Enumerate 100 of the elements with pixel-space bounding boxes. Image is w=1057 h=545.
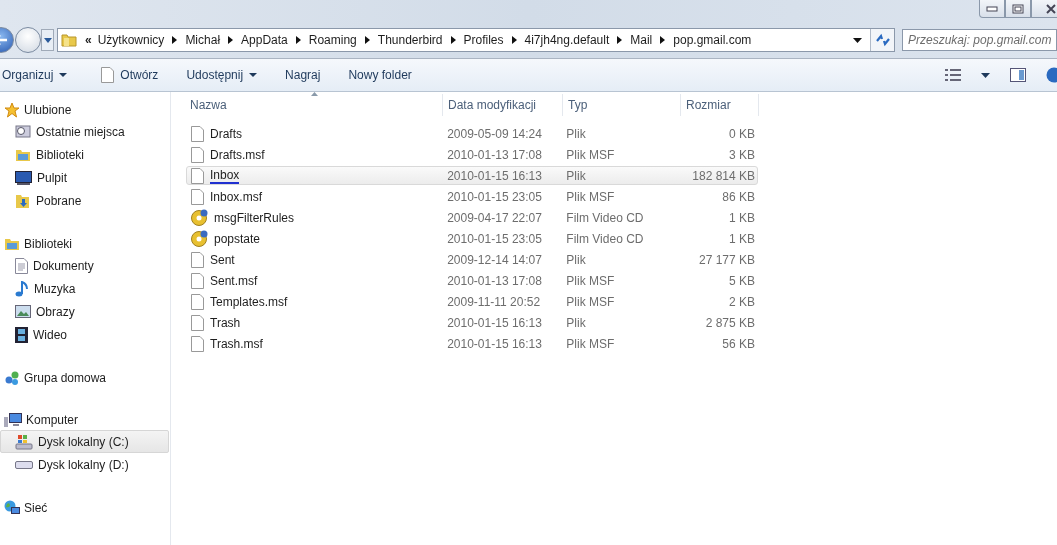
type-cell-text: Film Video CD <box>565 231 645 246</box>
file-icon <box>191 272 204 289</box>
file-name: Trash.msf <box>210 336 263 351</box>
size-cell-text: 27 177 KB <box>697 252 756 267</box>
date-cell-text: 2010-01-15 23:05 <box>446 231 543 246</box>
date-cell-text: 2009-11-11 20:52 <box>446 294 542 309</box>
file-icon <box>191 146 204 163</box>
nav-section[interactable]: Grupa domowa <box>0 367 170 388</box>
file-icon <box>191 167 204 184</box>
breadcrumb[interactable]: Profiles <box>463 33 504 47</box>
file-row[interactable]: Sent 2009-12-14 14:07 Plik 27 177 KB <box>186 250 758 269</box>
file-name: Sent <box>210 252 235 267</box>
file-row[interactable]: Drafts 2009-05-09 14:24 Plik 0 KB <box>186 124 758 143</box>
preview-pane-button[interactable] <box>1007 65 1029 85</box>
toolbar-button[interactable]: Organizuj <box>0 64 72 86</box>
breadcrumb[interactable]: Roaming <box>308 33 357 47</box>
nav-item[interactable]: Biblioteki <box>0 143 169 166</box>
breadcrumb[interactable]: 4i7jh4ng.default <box>524 33 610 47</box>
file-icon <box>191 314 204 331</box>
file-name: Drafts.msf <box>210 147 265 162</box>
date-cell-text: 2010-01-15 16:13 <box>446 315 543 330</box>
separator-arrow-icon <box>450 36 456 44</box>
file-row[interactable]: Templates.msf 2009-11-11 20:52 Plik MSF 2 KB <box>186 292 758 311</box>
file-row[interactable]: Trash.msf 2010-01-15 16:13 Plik MSF 56 KB <box>186 334 758 353</box>
preview-pane-icon <box>1010 68 1026 82</box>
breadcrumb[interactable]: Michał <box>185 33 221 47</box>
caret-icon <box>59 73 68 77</box>
globe-icon <box>4 499 20 516</box>
date-cell-text: 2009-12-14 14:07 <box>446 252 543 267</box>
sort-arrow-icon <box>311 92 318 96</box>
column-header[interactable]: Data modyfikacji <box>443 94 563 116</box>
file-row[interactable]: popstate 2010-01-15 23:05 Film Video CD 1 KB <box>186 229 758 248</box>
type-cell-text: Plik MSF <box>565 273 616 288</box>
file-row[interactable]: Inbox 2010-01-15 16:13 Plik 182 814 KB <box>186 166 758 185</box>
breadcrumb[interactable]: pop.gmail.com <box>673 33 752 47</box>
file-icon <box>191 188 204 205</box>
network-icon <box>4 369 20 386</box>
file-row[interactable]: Drafts.msf 2010-01-13 17:08 Plik MSF 3 KB <box>186 145 758 164</box>
toolbar-button[interactable]: Otwórz <box>97 63 163 87</box>
desktop-icon <box>15 170 32 185</box>
separator-arrow-icon <box>228 36 234 44</box>
date-cell-text: 2010-01-13 17:08 <box>446 147 543 162</box>
search-field[interactable]: Przeszukaj: pop.gmail.com <box>902 29 1057 51</box>
caret-icon <box>249 73 258 77</box>
file-row[interactable]: Sent.msf 2010-01-13 17:08 Plik MSF 5 KB <box>186 271 758 290</box>
nav-item[interactable]: Dokumenty <box>0 254 169 277</box>
toolbar-button[interactable]: Nowy folder <box>344 64 416 86</box>
address-bar[interactable]: « Użytkownicy Michał AppData Roaming Thunderbird Profiles 4i7jh4ng.default Mail pop.gmail.com <box>57 28 895 52</box>
nav-item[interactable]: Dysk lokalny (C:) <box>0 430 169 453</box>
nav-section[interactable]: Sieć <box>0 497 170 518</box>
download-folder-icon <box>15 192 31 209</box>
minimize-button[interactable] <box>979 0 1005 18</box>
date-cell-text: 2009-04-17 22:07 <box>446 210 543 225</box>
size-cell-text: 3 KB <box>728 147 756 162</box>
nav-section[interactable]: Ulubione <box>0 99 170 120</box>
breadcrumb[interactable]: Użytkownicy <box>97 33 165 47</box>
file-name: Sent.msf <box>210 273 258 288</box>
overflow-chevron[interactable]: « <box>85 33 92 47</box>
file-name: Inbox <box>210 167 240 184</box>
view-options-button[interactable] <box>942 66 964 84</box>
file-icon <box>191 251 204 268</box>
type-cell-text: Film Video CD <box>565 210 645 225</box>
folder-icon <box>61 32 77 48</box>
file-row[interactable]: msgFilterRules 2009-04-17 22:07 Film Video CD 1 KB <box>186 208 758 227</box>
nav-item[interactable]: Obrazy <box>0 300 169 323</box>
refresh-button[interactable] <box>870 29 894 51</box>
nav-item[interactable]: Ostatnie miejsca <box>0 120 169 143</box>
nav-item[interactable]: Pulpit <box>0 166 169 189</box>
size-cell-text: 0 KB <box>728 126 756 141</box>
recent-places-icon <box>15 123 31 140</box>
breadcrumb[interactable]: AppData <box>241 33 288 47</box>
document-icon <box>15 257 28 274</box>
file-row[interactable]: Inbox.msf 2010-01-15 23:05 Plik MSF 86 KB <box>186 187 758 206</box>
breadcrumb[interactable]: Thunderbird <box>377 33 443 47</box>
size-cell-text: 2 875 KB <box>704 315 756 330</box>
date-cell-text: 2010-01-15 16:13 <box>446 336 543 351</box>
toolbar-button[interactable]: Udostępnij <box>182 64 262 86</box>
library-icon <box>15 147 31 162</box>
nav-item[interactable]: Pobrane <box>0 189 169 212</box>
column-header[interactable]: Typ <box>563 94 681 116</box>
file-icon <box>191 293 204 310</box>
disc-icon <box>191 230 208 247</box>
file-name: msgFilterRules <box>214 210 294 225</box>
nav-section[interactable]: Komputer <box>0 409 170 430</box>
forward-button[interactable] <box>15 27 41 53</box>
size-cell-text: 1 KB <box>728 210 756 225</box>
type-cell-text: Plik MSF <box>565 294 616 309</box>
file-row[interactable]: Trash 2010-01-15 16:13 Plik 2 875 KB <box>186 313 758 332</box>
drive-icon <box>15 460 33 469</box>
list-view-icon <box>945 69 961 81</box>
dropdown-arrow-icon[interactable] <box>853 37 862 43</box>
column-header[interactable]: Rozmiar <box>681 94 759 116</box>
history-dropdown[interactable] <box>41 29 54 51</box>
nav-section[interactable]: Biblioteki <box>0 233 170 254</box>
toolbar-button[interactable]: Nagraj <box>281 64 325 86</box>
refresh-icon <box>874 33 891 47</box>
nav-item[interactable]: Dysk lokalny (D:) <box>0 453 169 476</box>
breadcrumb[interactable]: Mail <box>630 33 653 47</box>
nav-item[interactable]: Muzyka <box>0 277 169 300</box>
nav-item[interactable]: Wideo <box>0 323 169 346</box>
